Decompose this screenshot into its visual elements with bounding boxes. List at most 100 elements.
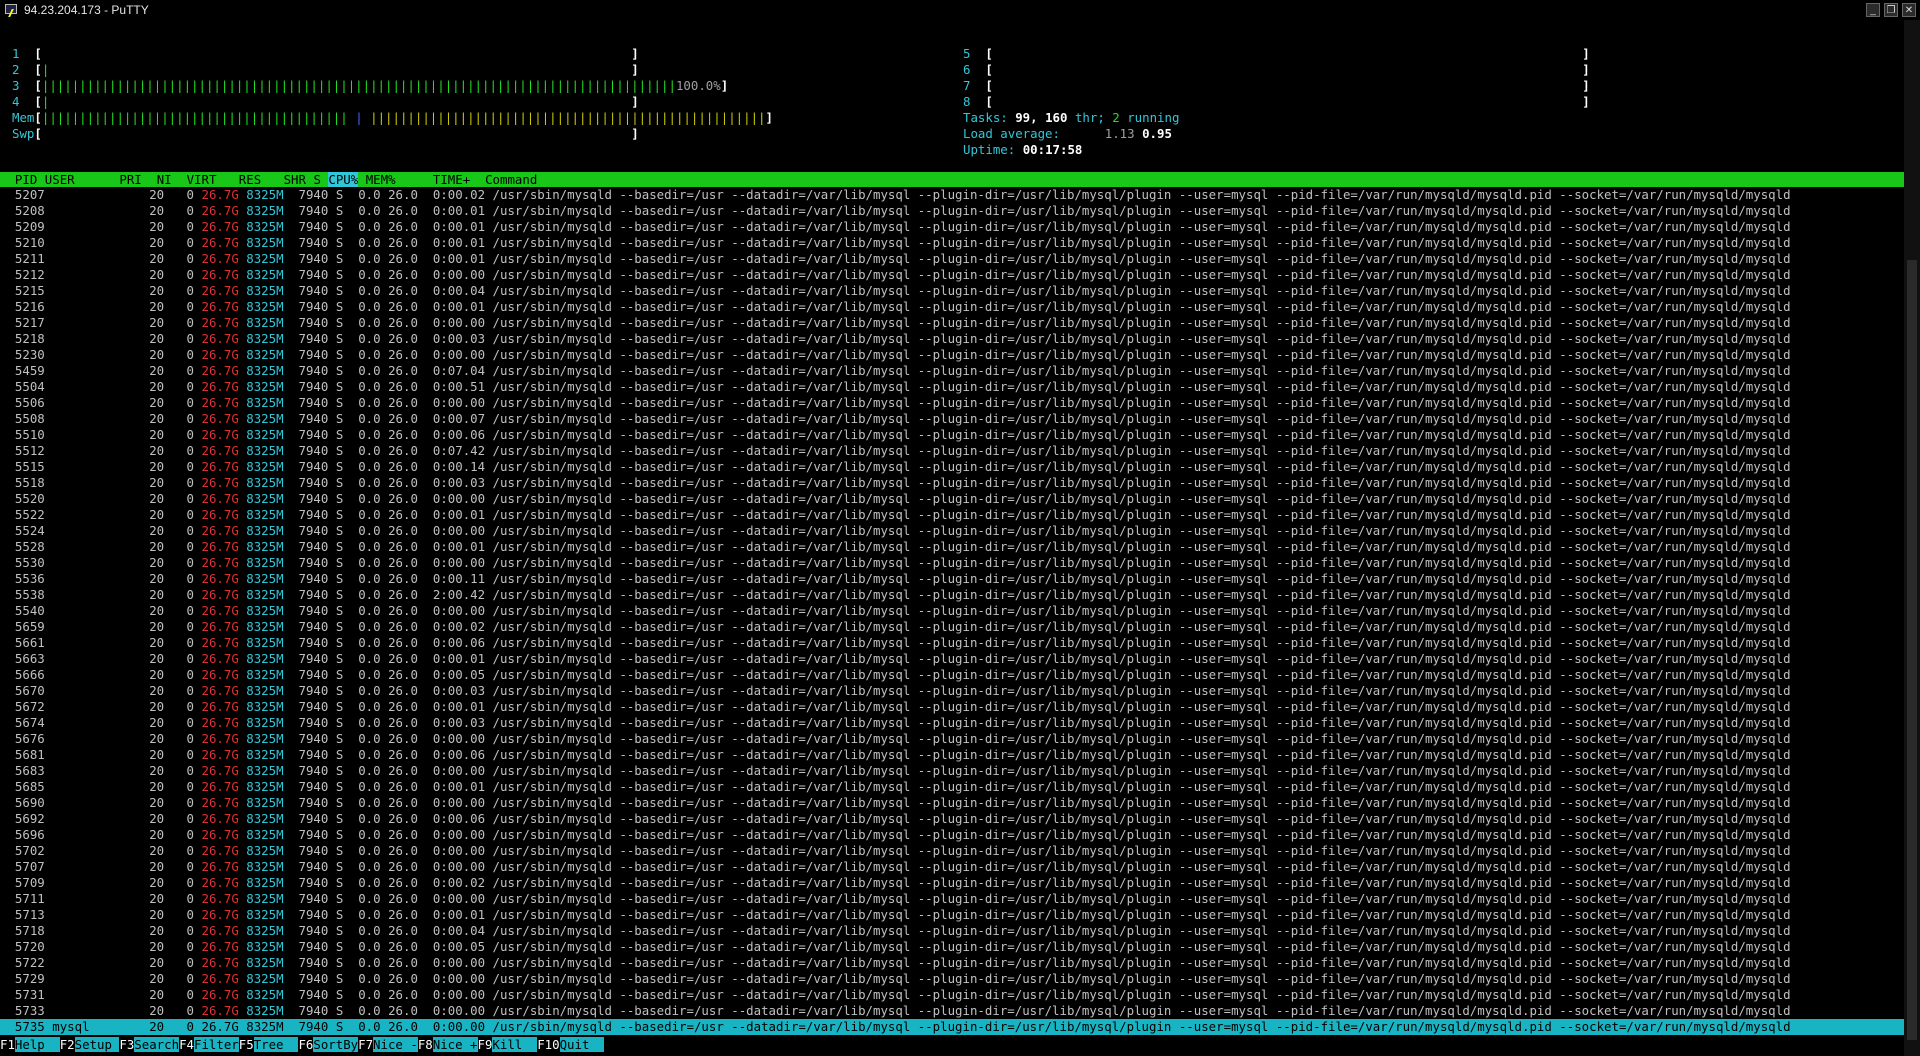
table-row[interactable]: 5520 20 0 26.7G 8325M 7940 S 0.0 26.0 0:… [0, 491, 1904, 507]
fkey-f10[interactable]: F10Quit [537, 1037, 605, 1052]
cpu: 0.0 [350, 587, 381, 602]
table-row[interactable]: 5720 20 0 26.7G 8325M 7940 S 0.0 26.0 0:… [0, 939, 1904, 955]
command: /usr/sbin/mysqld --basedir=/usr --datadi… [492, 571, 1791, 586]
fkey-f3[interactable]: F3Search [119, 1037, 180, 1052]
table-row[interactable]: 5540 20 0 26.7G 8325M 7940 S 0.0 26.0 0:… [0, 603, 1904, 619]
table-row[interactable]: 5681 20 0 26.7G 8325M 7940 S 0.0 26.0 0:… [0, 747, 1904, 763]
fkey-f8[interactable]: F8Nice + [417, 1037, 478, 1052]
nice: 0 [171, 683, 195, 698]
table-row[interactable]: 5722 20 0 26.7G 8325M 7940 S 0.0 26.0 0:… [0, 955, 1904, 971]
fkey-f7[interactable]: F7Nice - [358, 1037, 418, 1052]
shr: 7940 [291, 379, 329, 394]
table-row[interactable]: 5702 20 0 26.7G 8325M 7940 S 0.0 26.0 0:… [0, 843, 1904, 859]
fkey-f9[interactable]: F9Kill [477, 1037, 538, 1052]
time: 0:00.00 [425, 843, 486, 858]
table-row[interactable]: 5230 20 0 26.7G 8325M 7940 S 0.0 26.0 0:… [0, 347, 1904, 363]
table-row[interactable]: 5504 20 0 26.7G 8325M 7940 S 0.0 26.0 0:… [0, 379, 1904, 395]
fkey-f6[interactable]: F6SortBy [298, 1037, 359, 1052]
cpu: 0.0 [350, 859, 381, 874]
time: 0:00.00 [425, 491, 486, 506]
table-row[interactable]: 5709 20 0 26.7G 8325M 7940 S 0.0 26.0 0:… [0, 875, 1904, 891]
table-row[interactable]: 5217 20 0 26.7G 8325M 7940 S 0.0 26.0 0:… [0, 315, 1904, 331]
table-row[interactable]: 5218 20 0 26.7G 8325M 7940 S 0.0 26.0 0:… [0, 331, 1904, 347]
shr: 7940 [291, 731, 329, 746]
nice: 0 [171, 875, 195, 890]
table-row[interactable]: 5711 20 0 26.7G 8325M 7940 S 0.0 26.0 0:… [0, 891, 1904, 907]
cpu: 0.0 [350, 907, 381, 922]
mem: 26.0 [388, 299, 418, 314]
table-row[interactable]: 5528 20 0 26.7G 8325M 7940 S 0.0 26.0 0:… [0, 539, 1904, 555]
user [52, 347, 119, 362]
user [52, 587, 119, 602]
table-row[interactable]: 5506 20 0 26.7G 8325M 7940 S 0.0 26.0 0:… [0, 395, 1904, 411]
fkey-f2[interactable]: F2Setup [59, 1037, 120, 1052]
scrollbar-thumb[interactable] [1907, 260, 1917, 1040]
selected-process-row[interactable]: 5735 mysql 20 0 26.7G 8325M 7940 S 0.0 2… [0, 1019, 1904, 1035]
putty-icon[interactable] [4, 3, 22, 17]
table-row[interactable]: 5670 20 0 26.7G 8325M 7940 S 0.0 26.0 0:… [0, 683, 1904, 699]
cpu: 0.0 [350, 555, 381, 570]
res: 8325M [246, 1003, 284, 1018]
mem: 26.0 [388, 523, 418, 538]
close-button[interactable]: ✕ [1902, 3, 1916, 17]
table-row[interactable]: 5215 20 0 26.7G 8325M 7940 S 0.0 26.0 0:… [0, 283, 1904, 299]
user [52, 683, 119, 698]
table-row[interactable]: 5212 20 0 26.7G 8325M 7940 S 0.0 26.0 0:… [0, 267, 1904, 283]
res: 8325M [246, 603, 284, 618]
table-row[interactable]: 5659 20 0 26.7G 8325M 7940 S 0.0 26.0 0:… [0, 619, 1904, 635]
table-row[interactable]: 5692 20 0 26.7G 8325M 7940 S 0.0 26.0 0:… [0, 811, 1904, 827]
table-row[interactable]: 5459 20 0 26.7G 8325M 7940 S 0.0 26.0 0:… [0, 363, 1904, 379]
table-row[interactable]: 5661 20 0 26.7G 8325M 7940 S 0.0 26.0 0:… [0, 635, 1904, 651]
mem: 26.0 [388, 219, 418, 234]
table-row[interactable]: 5210 20 0 26.7G 8325M 7940 S 0.0 26.0 0:… [0, 235, 1904, 251]
restore-button[interactable]: ❐ [1884, 3, 1898, 17]
table-row[interactable]: 5510 20 0 26.7G 8325M 7940 S 0.0 26.0 0:… [0, 427, 1904, 443]
pid: 5674 [0, 715, 45, 730]
table-row[interactable]: 5211 20 0 26.7G 8325M 7940 S 0.0 26.0 0:… [0, 251, 1904, 267]
table-row[interactable]: 5530 20 0 26.7G 8325M 7940 S 0.0 26.0 0:… [0, 555, 1904, 571]
table-row[interactable]: 5216 20 0 26.7G 8325M 7940 S 0.0 26.0 0:… [0, 299, 1904, 315]
table-row[interactable]: 5524 20 0 26.7G 8325M 7940 S 0.0 26.0 0:… [0, 523, 1904, 539]
time: 0:00.04 [425, 283, 486, 298]
table-row[interactable]: 5522 20 0 26.7G 8325M 7940 S 0.0 26.0 0:… [0, 507, 1904, 523]
user [52, 843, 119, 858]
table-row[interactable]: 5536 20 0 26.7G 8325M 7940 S 0.0 26.0 0:… [0, 571, 1904, 587]
table-row[interactable]: 5696 20 0 26.7G 8325M 7940 S 0.0 26.0 0:… [0, 827, 1904, 843]
table-row[interactable]: 5518 20 0 26.7G 8325M 7940 S 0.0 26.0 0:… [0, 475, 1904, 491]
table-row[interactable]: 5672 20 0 26.7G 8325M 7940 S 0.0 26.0 0:… [0, 699, 1904, 715]
table-row[interactable]: 5674 20 0 26.7G 8325M 7940 S 0.0 26.0 0:… [0, 715, 1904, 731]
table-row[interactable]: 5676 20 0 26.7G 8325M 7940 S 0.0 26.0 0:… [0, 731, 1904, 747]
terminal-area[interactable]: 1 [ ] 2 [| ] 3 [||||||||||||||||||||||||||… [0, 20, 1904, 1056]
table-row[interactable]: 5538 20 0 26.7G 8325M 7940 S 0.0 26.0 2:… [0, 587, 1904, 603]
table-row[interactable]: 5729 20 0 26.7G 8325M 7940 S 0.0 26.0 0:… [0, 971, 1904, 987]
command: /usr/sbin/mysqld --basedir=/usr --datadi… [492, 763, 1791, 778]
fkey-f4[interactable]: F4Filter [179, 1037, 239, 1052]
table-row[interactable]: 5731 20 0 26.7G 8325M 7940 S 0.0 26.0 0:… [0, 987, 1904, 1003]
mem: 26.0 [388, 395, 418, 410]
table-row[interactable]: 5209 20 0 26.7G 8325M 7940 S 0.0 26.0 0:… [0, 219, 1904, 235]
process-table-header[interactable]: PID USER PRI NI VIRT RES SHR S CPU% MEM%… [0, 172, 1904, 187]
meter-bracket: [ [34, 110, 42, 125]
table-row[interactable]: 5663 20 0 26.7G 8325M 7940 S 0.0 26.0 0:… [0, 651, 1904, 667]
fkey-f5[interactable]: F5Tree [238, 1037, 299, 1052]
table-row[interactable]: 5666 20 0 26.7G 8325M 7940 S 0.0 26.0 0:… [0, 667, 1904, 683]
table-row[interactable]: 5685 20 0 26.7G 8325M 7940 S 0.0 26.0 0:… [0, 779, 1904, 795]
cpu-id: 6 [963, 62, 986, 77]
fkey-f1[interactable]: F1Help [0, 1037, 60, 1052]
table-row[interactable]: 5713 20 0 26.7G 8325M 7940 S 0.0 26.0 0:… [0, 907, 1904, 923]
table-row[interactable]: 5683 20 0 26.7G 8325M 7940 S 0.0 26.0 0:… [0, 763, 1904, 779]
table-row[interactable]: 5718 20 0 26.7G 8325M 7940 S 0.0 26.0 0:… [0, 923, 1904, 939]
pid: 5510 [0, 427, 45, 442]
process-list[interactable]: 5207 20 0 26.7G 8325M 7940 S 0.0 26.0 0:… [0, 187, 1904, 1035]
table-row[interactable]: 5208 20 0 26.7G 8325M 7940 S 0.0 26.0 0:… [0, 203, 1904, 219]
table-row[interactable]: 5512 20 0 26.7G 8325M 7940 S 0.0 26.0 0:… [0, 443, 1904, 459]
nice: 0 [171, 555, 195, 570]
table-row[interactable]: 5508 20 0 26.7G 8325M 7940 S 0.0 26.0 0:… [0, 411, 1904, 427]
table-row[interactable]: 5733 20 0 26.7G 8325M 7940 S 0.0 26.0 0:… [0, 1003, 1904, 1019]
minimize-button[interactable]: _ [1866, 3, 1880, 17]
scrollbar[interactable] [1904, 20, 1920, 1056]
table-row[interactable]: 5707 20 0 26.7G 8325M 7940 S 0.0 26.0 0:… [0, 859, 1904, 875]
table-row[interactable]: 5207 20 0 26.7G 8325M 7940 S 0.0 26.0 0:… [0, 187, 1904, 203]
table-row[interactable]: 5690 20 0 26.7G 8325M 7940 S 0.0 26.0 0:… [0, 795, 1904, 811]
table-row[interactable]: 5515 20 0 26.7G 8325M 7940 S 0.0 26.0 0:… [0, 459, 1904, 475]
